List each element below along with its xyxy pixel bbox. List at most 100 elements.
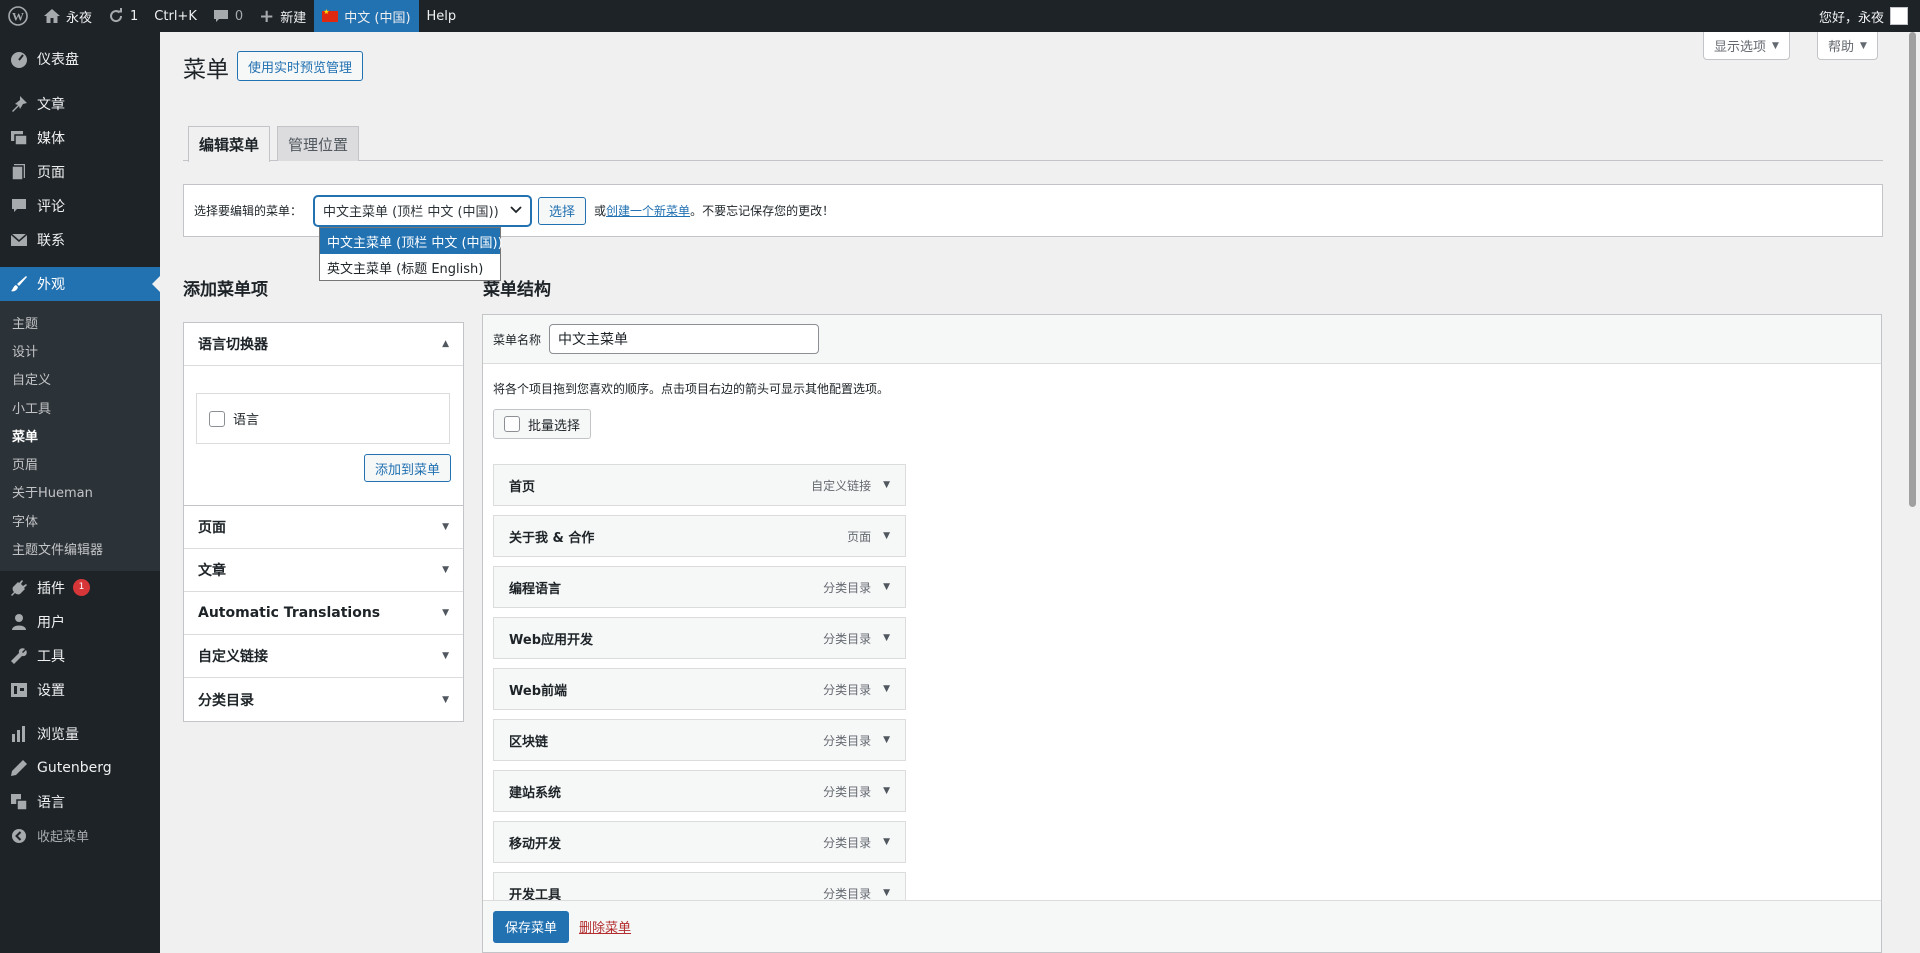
- sidebar-label: 收起菜单: [37, 830, 90, 846]
- create-menu-link[interactable]: 创建一个新菜单: [606, 202, 690, 219]
- bulk-select-button[interactable]: 批量选择: [493, 409, 592, 439]
- live-preview-button[interactable]: 使用实时预览管理: [237, 51, 364, 81]
- sidebar-item-plugins[interactable]: 插件 1: [0, 571, 160, 605]
- delete-menu-link[interactable]: 删除菜单: [579, 917, 631, 936]
- item-toggle-icon[interactable]: ▼: [883, 735, 890, 745]
- comment-icon: [9, 196, 29, 216]
- select-menu-button[interactable]: 选择: [538, 196, 587, 225]
- menu-item-bar[interactable]: Web前端 分类目录 ▼: [493, 668, 906, 710]
- dashboard-icon: [9, 49, 29, 69]
- sidebar-item-appearance[interactable]: 外观: [0, 267, 160, 301]
- save-menu-button[interactable]: 保存菜单: [493, 910, 570, 943]
- sidebar-item-contact[interactable]: 联系: [0, 223, 160, 257]
- triangle-up-icon: ▲: [442, 339, 449, 349]
- sidebar-item-views[interactable]: 浏览量: [0, 717, 160, 751]
- menu-item-type: 分类目录: [823, 784, 872, 799]
- reminder-text: 。不要忘记保存您的更改！: [690, 204, 835, 218]
- menu-item-bar[interactable]: Web应用开发 分类目录 ▼: [493, 617, 906, 659]
- china-flag-icon: [322, 8, 339, 22]
- item-toggle-icon[interactable]: ▼: [883, 582, 890, 592]
- help-link[interactable]: Help: [419, 0, 465, 32]
- accordion-posts[interactable]: 文章 ▼: [184, 549, 463, 592]
- menu-item-bar[interactable]: 编程语言 分类目录 ▼: [493, 566, 906, 608]
- site-name-link[interactable]: 永夜: [36, 0, 100, 32]
- account-link[interactable]: 您好，永夜: [1811, 0, 1884, 32]
- submenu-item-themes[interactable]: 主题: [0, 308, 160, 336]
- sidebar-item-gutenberg[interactable]: Gutenberg: [0, 751, 160, 785]
- sidebar-item-media[interactable]: 媒体: [0, 121, 160, 155]
- avatar[interactable]: [1890, 7, 1908, 25]
- submenu-item-design[interactable]: 设计: [0, 336, 160, 364]
- scrollbar-thumb[interactable]: [1909, 32, 1916, 507]
- or-text: 或: [594, 204, 607, 218]
- sidebar-item-comments[interactable]: 评论: [0, 189, 160, 223]
- accordion-custom-links[interactable]: 自定义链接 ▼: [184, 635, 463, 678]
- sidebar-item-tools[interactable]: 工具: [0, 639, 160, 673]
- item-toggle-icon[interactable]: ▼: [883, 480, 890, 490]
- sidebar-item-pages[interactable]: 页面: [0, 155, 160, 189]
- bulk-select-checkbox[interactable]: [504, 416, 520, 432]
- svg-text:W: W: [12, 10, 24, 24]
- sidebar-item-languages[interactable]: 语言: [0, 785, 160, 819]
- submenu-item-theme-editor[interactable]: 主题文件编辑器: [0, 534, 160, 562]
- wordpress-logo-icon[interactable]: W: [0, 0, 36, 32]
- add-to-menu-button[interactable]: 添加到菜单: [363, 454, 451, 482]
- sidebar-label: 设置: [37, 682, 65, 699]
- help-button[interactable]: 帮助 ▼: [1817, 32, 1878, 60]
- menu-item-bar[interactable]: 关于我 & 合作 页面 ▼: [493, 515, 906, 557]
- menu-item-type: 分类目录: [823, 733, 872, 748]
- screen-options-button[interactable]: 显示选项 ▼: [1703, 32, 1790, 60]
- item-toggle-icon[interactable]: ▼: [883, 786, 890, 796]
- menu-item-bar[interactable]: 首页 自定义链接 ▼: [493, 464, 906, 506]
- sidebar-label: 外观: [37, 277, 65, 293]
- menu-item-type: 自定义链接: [811, 478, 872, 493]
- page-scrollbar[interactable]: [1905, 32, 1920, 953]
- item-toggle-icon[interactable]: ▼: [883, 888, 890, 898]
- submenu-item-menus[interactable]: 菜单: [0, 421, 160, 449]
- item-toggle-icon[interactable]: ▼: [883, 684, 890, 694]
- accordion-categories[interactable]: 分类目录 ▼: [184, 678, 463, 721]
- menu-select[interactable]: 中文主菜单 (顶栏 中文 (中国)): [314, 195, 532, 226]
- comment-icon: [213, 9, 229, 24]
- menu-name-label: 菜单名称: [493, 332, 542, 347]
- accordion-automatic-translations[interactable]: Automatic Translations ▼: [184, 592, 463, 635]
- menu-item-title: Web应用开发: [509, 632, 593, 648]
- dropdown-option[interactable]: 中文主菜单 (顶栏 中文 (中国)): [320, 228, 503, 254]
- submenu-item-about-hueman[interactable]: 关于Hueman: [0, 478, 160, 506]
- shortcut-label: Ctrl+K: [154, 8, 197, 24]
- item-toggle-icon[interactable]: ▼: [883, 837, 890, 847]
- language-switcher[interactable]: 中文 (中国): [314, 0, 419, 32]
- menu-item-bar[interactable]: 移动开发 分类目录 ▼: [493, 821, 906, 863]
- accordion-lang-switcher[interactable]: 语言切换器 ▲: [184, 323, 463, 366]
- menu-name-input[interactable]: 中文主菜单: [549, 324, 820, 354]
- chart-icon: [9, 724, 29, 744]
- item-toggle-icon[interactable]: ▼: [883, 531, 890, 541]
- tab-edit-menus[interactable]: 编辑菜单: [188, 126, 271, 162]
- select-menu-label: 选择要编辑的菜单：: [194, 204, 303, 218]
- sidebar-item-settings[interactable]: 设置: [0, 673, 160, 707]
- command-palette-link[interactable]: Ctrl+K: [146, 0, 205, 32]
- tab-manage-locations[interactable]: 管理位置: [277, 126, 360, 161]
- sidebar-item-users[interactable]: 用户: [0, 605, 160, 639]
- language-checkbox[interactable]: [209, 410, 225, 427]
- item-toggle-icon[interactable]: ▼: [883, 633, 890, 643]
- menu-item-bar[interactable]: 区块链 分类目录 ▼: [493, 719, 906, 761]
- submenu-item-customize[interactable]: 自定义: [0, 365, 160, 393]
- submenu-item-header[interactable]: 页眉: [0, 449, 160, 477]
- collapse-menu-button[interactable]: 收起菜单: [0, 819, 160, 853]
- submenu-item-widgets[interactable]: 小工具: [0, 393, 160, 421]
- wrench-icon: [9, 646, 29, 666]
- dropdown-option[interactable]: 英文主菜单 (标题 English): [320, 254, 500, 280]
- sidebar-item-posts[interactable]: 文章: [0, 87, 160, 121]
- menu-item-bar[interactable]: 建站系统 分类目录 ▼: [493, 770, 906, 812]
- submenu-item-fonts[interactable]: 字体: [0, 506, 160, 534]
- updates-link[interactable]: 1: [100, 0, 146, 32]
- page-title: 菜单: [183, 57, 229, 83]
- new-content-link[interactable]: + 新建: [251, 0, 314, 32]
- menu-item-type: 分类目录: [823, 886, 872, 901]
- nav-tabs: 编辑菜单 管理位置: [183, 126, 1883, 162]
- accordion-pages[interactable]: 页面 ▼: [184, 506, 463, 549]
- plugin-icon: [9, 578, 29, 598]
- comments-link[interactable]: 0: [205, 0, 251, 32]
- sidebar-item-dashboard[interactable]: 仪表盘: [0, 42, 160, 76]
